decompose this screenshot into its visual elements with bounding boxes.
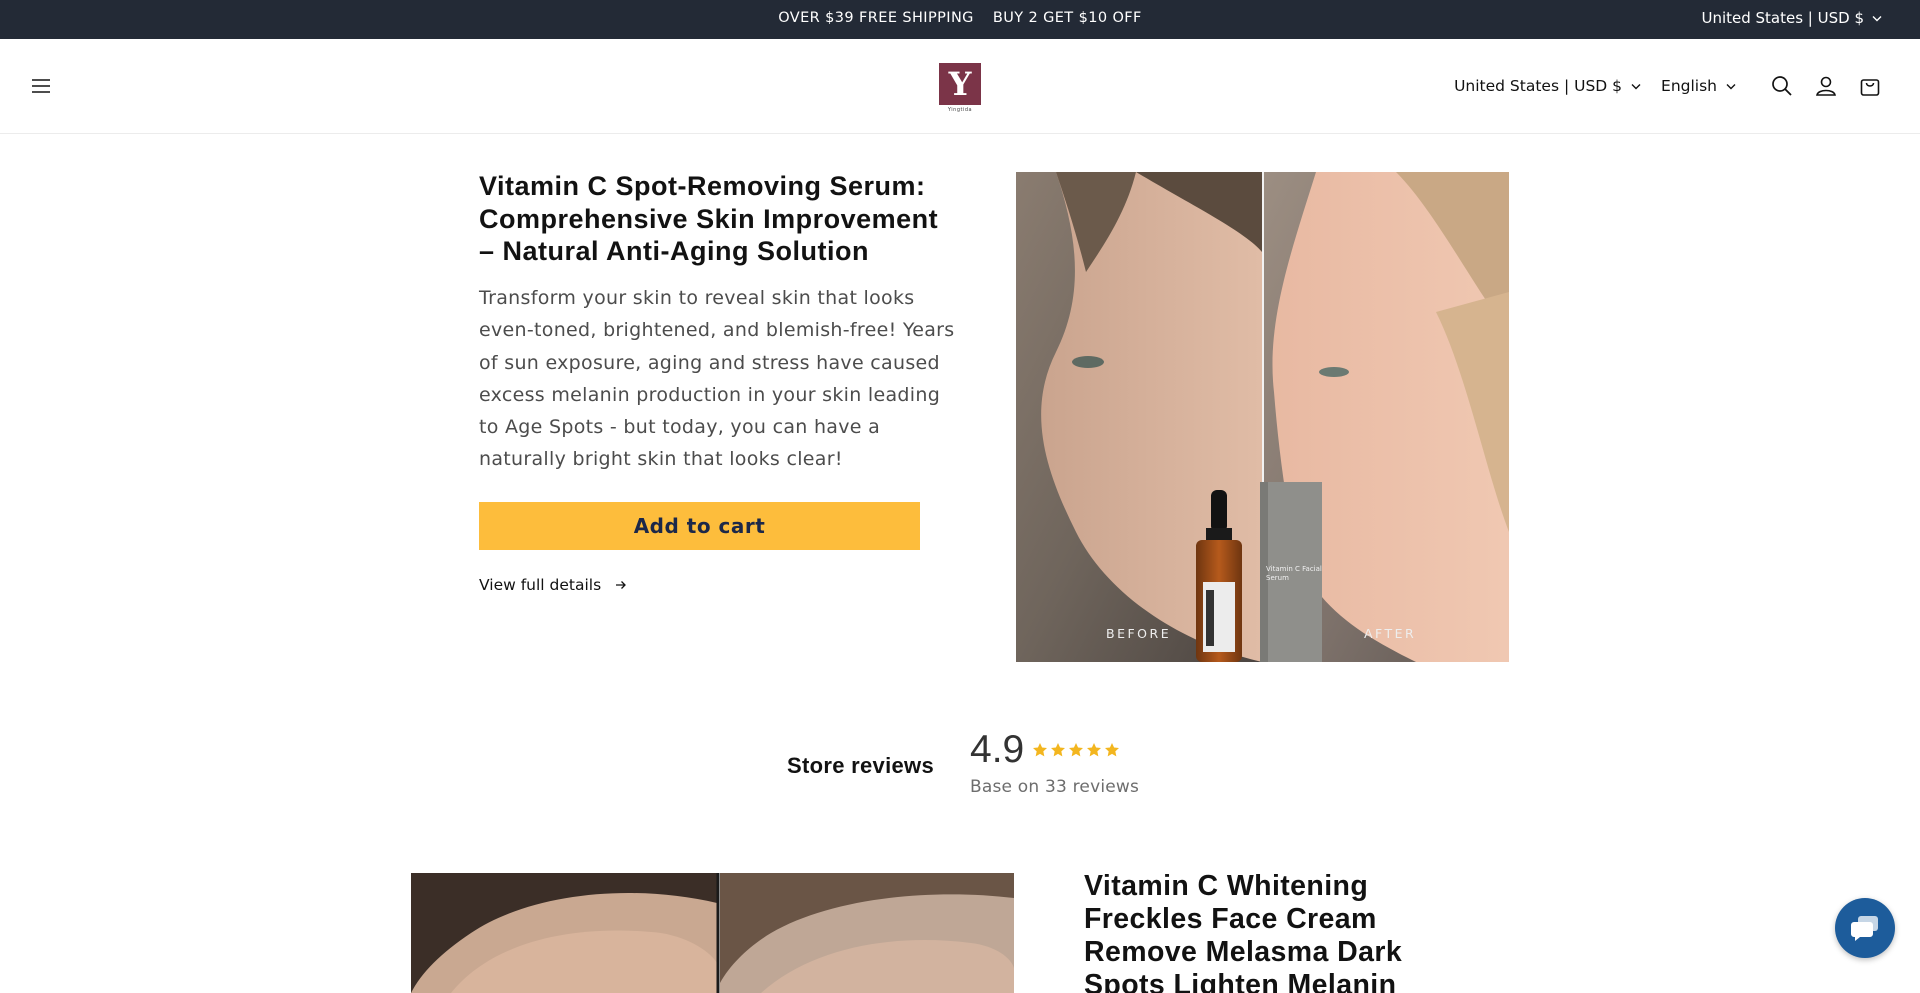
product-title: Vitamin C Spot-Removing Serum: Comprehen… [479,171,939,266]
star-icon [1105,743,1119,757]
logo-mark: Y [939,63,981,105]
top-locale-label: United States | USD $ [1701,9,1864,27]
box-label-line2: Serum [1266,574,1289,582]
site-header: Y Yingtida United States | USD $ English [0,39,1920,134]
after-label: AFTER [1364,626,1416,641]
product-description: Transform your skin to reveal skin that … [479,287,955,471]
product2-title: Vitamin C Whitening Freckles Face Cream … [1084,870,1403,993]
country-selector[interactable]: United States | USD $ [1454,77,1641,95]
announcement-text: OVER $39 FREE SHIPPING BUY 2 GET $10 OFF [0,0,1920,39]
chat-icon [1851,916,1878,941]
language-label: English [1661,77,1717,95]
chat-button[interactable] [1835,898,1895,958]
language-selector[interactable]: English [1661,77,1736,95]
star-icon [1033,743,1047,757]
announcement-bar: OVER $39 FREE SHIPPING BUY 2 GET $10 OFF… [0,0,1920,39]
product2-image[interactable] [411,873,1014,993]
logo[interactable]: Y Yingtida [939,63,981,117]
chevron-down-icon [1726,83,1736,89]
dropper-bottle [1211,490,1227,532]
rating-stars [1032,742,1120,758]
review-count: Base on 33 reviews [970,777,1140,797]
top-locale-selector[interactable]: United States | USD $ [1701,0,1882,36]
promo-message: BUY 2 GET $10 OFF [992,10,1142,26]
product-image[interactable]: Vitamin C Facial Serum BEFORE AFTER [1016,172,1509,662]
view-details-label: View full details [479,576,602,594]
add-to-cart-button[interactable]: Add to cart [479,502,920,550]
arrow-right-icon [616,581,627,589]
country-label: United States | USD $ [1454,77,1623,95]
box-label-line1: Vitamin C Facial [1266,565,1322,573]
before-label: BEFORE [1106,626,1171,641]
view-full-details-link[interactable]: View full details [479,576,627,594]
star-icon [1087,743,1101,757]
review-score: 4.9 [970,728,1025,771]
logo-text: Yingtida [947,107,973,113]
star-icon [1051,743,1065,757]
shipping-message: OVER $39 FREE SHIPPING [778,10,974,26]
account-icon[interactable] [1804,64,1848,108]
star-icon [1069,743,1083,757]
search-icon[interactable] [1760,64,1804,108]
cart-icon[interactable] [1848,64,1892,108]
header-actions: United States | USD $ English [1454,61,1892,111]
menu-icon[interactable] [30,75,54,99]
store-reviews-label: Store reviews [787,753,934,778]
chevron-down-icon [1872,15,1882,21]
chevron-down-icon [1631,83,1641,89]
